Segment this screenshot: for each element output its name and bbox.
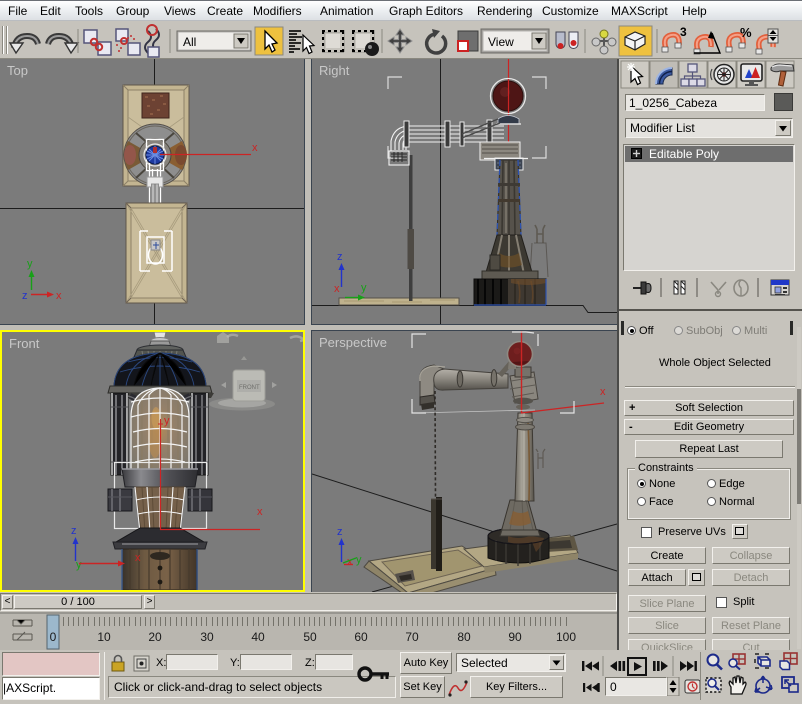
svg-text:80: 80 (457, 630, 471, 644)
svg-text:x: x (56, 290, 62, 302)
svg-text:30: 30 (200, 630, 214, 644)
svg-text:y: y (27, 258, 33, 270)
svg-text:z: z (337, 251, 343, 263)
svg-text:y: y (356, 554, 362, 566)
svg-text:60: 60 (354, 630, 368, 644)
svg-text:y: y (164, 415, 170, 427)
svg-text:%: % (740, 25, 752, 40)
svg-text:50: 50 (303, 630, 317, 644)
svg-text:x: x (347, 556, 353, 568)
svg-text:20: 20 (148, 630, 162, 644)
svg-text:z: z (337, 526, 343, 538)
svg-text:y: y (76, 559, 82, 571)
svg-text:x: x (252, 142, 258, 154)
svg-text:70: 70 (405, 630, 419, 644)
svg-text:0: 0 (50, 630, 57, 644)
svg-text:100: 100 (556, 630, 576, 644)
svg-text:x: x (257, 506, 263, 518)
svg-text:View: View (488, 35, 514, 49)
svg-text:x: x (135, 552, 141, 564)
svg-text:FRONT: FRONT (239, 385, 260, 391)
svg-text:90: 90 (508, 630, 522, 644)
svg-text:x: x (334, 283, 340, 295)
svg-text:y: y (361, 282, 367, 294)
svg-text:3: 3 (680, 25, 687, 39)
svg-text:10: 10 (97, 630, 111, 644)
svg-text:z: z (22, 290, 28, 302)
svg-text:x: x (600, 386, 606, 398)
svg-text:All: All (183, 35, 196, 49)
svg-text:z: z (71, 525, 77, 537)
svg-text:40: 40 (251, 630, 265, 644)
